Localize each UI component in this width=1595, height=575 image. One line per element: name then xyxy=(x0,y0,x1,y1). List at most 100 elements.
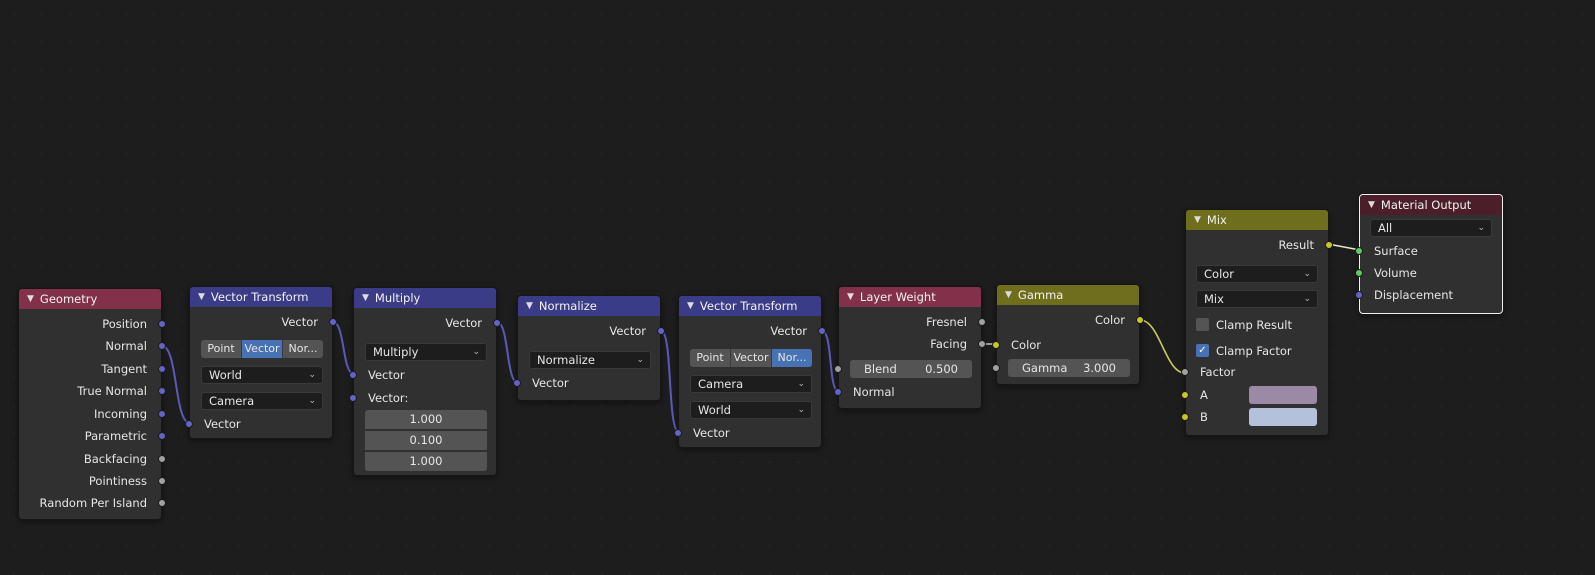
color-a-swatch[interactable] xyxy=(1249,386,1317,404)
color-b-swatch[interactable] xyxy=(1249,408,1317,426)
chevron-down-icon[interactable]: ▼ xyxy=(362,293,369,303)
chevron-down-icon[interactable]: ▼ xyxy=(1194,215,1201,225)
socket-icon[interactable] xyxy=(834,365,842,373)
node-header[interactable]: ▼ Normalize xyxy=(518,296,660,316)
node-header[interactable]: ▼ Vector Transform xyxy=(679,296,821,316)
vector-x-field[interactable]: 1.000 xyxy=(365,410,487,429)
blend-field[interactable]: Blend 0.500 xyxy=(834,360,972,378)
socket-icon[interactable] xyxy=(1136,316,1144,324)
node-title: Vector Transform xyxy=(699,299,798,313)
node-header[interactable]: ▼ Vector Transform xyxy=(190,287,332,307)
node-geometry[interactable]: ▼ Geometry Position Normal Tangent True N… xyxy=(18,288,166,520)
node-multiply[interactable]: ▼ Multiply Vector Multiply ⌄ Vector Vector… xyxy=(349,287,501,476)
node-gamma[interactable]: ▼ Gamma Color Color Gamma 3.000 xyxy=(992,284,1144,385)
socket-icon[interactable] xyxy=(1181,413,1189,421)
socket-icon[interactable] xyxy=(158,320,166,328)
socket-icon[interactable] xyxy=(1355,247,1363,255)
node-header[interactable]: ▼ Geometry xyxy=(19,289,161,309)
chevron-down-icon[interactable]: ▼ xyxy=(1005,290,1012,300)
input-vector-1: Vector xyxy=(349,365,496,385)
socket-icon[interactable] xyxy=(978,340,986,348)
socket-icon[interactable] xyxy=(1355,291,1363,299)
chevron-down-icon[interactable]: ▼ xyxy=(687,301,694,311)
operation-dropdown[interactable]: Normalize ⌄ xyxy=(529,351,651,369)
target-dropdown[interactable]: All ⌄ xyxy=(1370,219,1492,237)
socket-icon[interactable] xyxy=(1181,368,1189,376)
convert-to-dropdown[interactable]: World ⌄ xyxy=(690,401,812,419)
socket-icon[interactable] xyxy=(657,327,665,335)
transform-type-selector[interactable]: Point Vector Nor... xyxy=(690,349,812,367)
socket-icon[interactable] xyxy=(158,432,166,440)
socket-icon[interactable] xyxy=(158,477,166,485)
vector-z-field[interactable]: 1.000 xyxy=(365,452,487,471)
transform-type-selector[interactable]: Point Vector Nor... xyxy=(201,340,323,358)
input-vector: Vector xyxy=(513,373,660,393)
node-mix[interactable]: ▼ Mix Result Color ⌄ Mix ⌄ Clamp Result ✓ Cl… xyxy=(1181,209,1333,436)
blend-mode-dropdown[interactable]: Mix ⌄ xyxy=(1196,290,1318,308)
socket-icon[interactable] xyxy=(834,388,842,396)
socket-icon[interactable] xyxy=(513,379,521,387)
socket-icon[interactable] xyxy=(978,318,986,326)
type-normal-button[interactable]: Nor... xyxy=(772,349,812,367)
node-vector-transform-2[interactable]: ▼ Vector Transform Vector Point Vector No… xyxy=(674,295,826,448)
socket-icon[interactable] xyxy=(158,342,166,350)
chevron-down-icon[interactable]: ▼ xyxy=(526,301,533,311)
node-header[interactable]: ▼ Multiply xyxy=(354,288,496,308)
data-type-dropdown[interactable]: Color ⌄ xyxy=(1196,265,1318,283)
convert-to-dropdown[interactable]: Camera ⌄ xyxy=(201,392,323,410)
socket-icon[interactable] xyxy=(158,455,166,463)
socket-icon[interactable] xyxy=(349,394,357,402)
chevron-down-icon[interactable]: ▼ xyxy=(1368,200,1375,210)
node-header[interactable]: ▼ Material Output xyxy=(1360,195,1502,215)
socket-icon[interactable] xyxy=(349,371,357,379)
socket-icon[interactable] xyxy=(158,410,166,418)
link-gamma-to-mixfactor xyxy=(1139,319,1186,374)
type-point-button[interactable]: Point xyxy=(690,349,731,367)
input-vector-2-label: Vector: xyxy=(349,388,496,408)
node-header[interactable]: ▼ Gamma xyxy=(997,285,1139,305)
chevron-down-icon[interactable]: ▼ xyxy=(27,294,34,304)
output-pointiness: Pointiness xyxy=(19,471,166,491)
chevron-down-icon[interactable]: ▼ xyxy=(847,292,854,302)
socket-icon[interactable] xyxy=(1181,391,1189,399)
socket-icon[interactable] xyxy=(1355,269,1363,277)
socket-icon[interactable] xyxy=(992,364,1000,372)
checkbox-icon[interactable] xyxy=(1196,318,1209,331)
operation-dropdown[interactable]: Multiply ⌄ xyxy=(365,343,487,361)
type-vector-button[interactable]: Vector xyxy=(731,349,772,367)
gamma-field[interactable]: Gamma 3.000 xyxy=(992,359,1130,377)
socket-icon[interactable] xyxy=(493,319,501,327)
socket-icon[interactable] xyxy=(329,318,337,326)
node-layer-weight[interactable]: ▼ Layer Weight Fresnel Facing Blend 0.500 … xyxy=(834,286,986,409)
chevron-down-icon: ⌄ xyxy=(308,370,316,380)
node-header[interactable]: ▼ Mix xyxy=(1186,210,1328,230)
node-title: Normalize xyxy=(538,299,597,313)
socket-icon[interactable] xyxy=(158,499,166,507)
clamp-factor-checkbox[interactable]: ✓ Clamp Factor xyxy=(1196,343,1292,359)
input-volume: Volume xyxy=(1355,263,1502,283)
socket-icon[interactable] xyxy=(818,327,826,335)
convert-from-dropdown[interactable]: World ⌄ xyxy=(201,366,323,384)
socket-icon[interactable] xyxy=(158,365,166,373)
type-vector-button[interactable]: Vector xyxy=(242,340,283,358)
socket-icon[interactable] xyxy=(158,387,166,395)
socket-icon[interactable] xyxy=(185,420,193,428)
link-normal-to-vt1 xyxy=(161,345,191,424)
node-header[interactable]: ▼ Layer Weight xyxy=(839,287,981,307)
convert-from-dropdown[interactable]: Camera ⌄ xyxy=(690,375,812,393)
node-material-output[interactable]: ▼ Material Output All ⌄ Surface Volume Dis… xyxy=(1355,194,1503,314)
clamp-result-checkbox[interactable]: Clamp Result xyxy=(1196,317,1292,333)
node-normalize[interactable]: ▼ Normalize Vector Normalize ⌄ Vector xyxy=(513,295,665,401)
type-point-button[interactable]: Point xyxy=(201,340,242,358)
vector-y-field[interactable]: 0.100 xyxy=(365,431,487,450)
socket-icon[interactable] xyxy=(674,429,682,437)
socket-icon[interactable] xyxy=(992,341,1000,349)
node-vector-transform-1[interactable]: ▼ Vector Transform Vector Point Vector No… xyxy=(185,286,337,439)
chevron-down-icon: ⌄ xyxy=(1303,269,1311,279)
chevron-down-icon: ⌄ xyxy=(636,355,644,365)
checkmark-icon[interactable]: ✓ xyxy=(1196,344,1209,357)
chevron-down-icon[interactable]: ▼ xyxy=(198,292,205,302)
socket-icon[interactable] xyxy=(1325,241,1333,249)
output-random-per-island: Random Per Island xyxy=(19,493,166,513)
type-normal-button[interactable]: Nor... xyxy=(283,340,323,358)
